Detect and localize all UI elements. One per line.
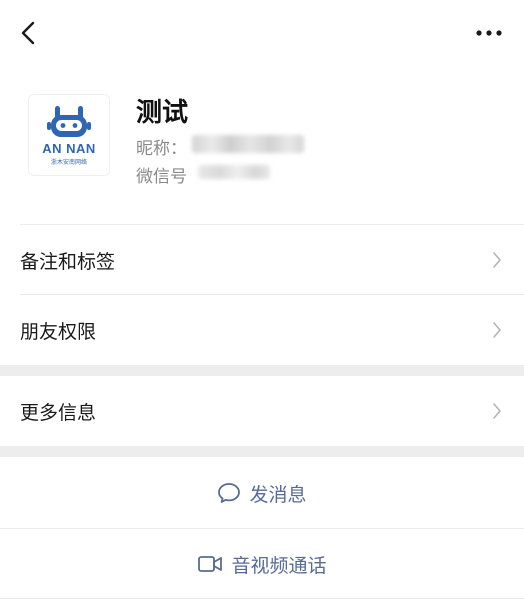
video-call-label: 音视频通话: [231, 554, 327, 577]
avatar[interactable]: AN NAN 浙木安南网络: [28, 94, 110, 176]
video-call-button[interactable]: 音视频通话: [0, 529, 524, 599]
chevron-right-icon: [493, 322, 501, 338]
menu-item-label: 更多信息: [20, 401, 97, 424]
wechat-id-label: 微信号: [136, 167, 187, 187]
nickname-label: 昵称：: [136, 139, 187, 159]
send-message-label: 发消息: [249, 483, 307, 506]
back-button[interactable]: [14, 18, 44, 48]
menu-item-friend-permissions[interactable]: 朋友权限: [0, 295, 524, 365]
avatar-logo-text: AN NAN: [42, 140, 96, 156]
section-separator: [0, 365, 524, 376]
menu-item-label: 朋友权限: [20, 320, 97, 343]
menu-item-more-info[interactable]: 更多信息: [0, 376, 524, 446]
chat-bubble-icon: [218, 483, 241, 503]
send-message-button[interactable]: 发消息: [0, 458, 524, 528]
nickname-blurred-value: [192, 135, 304, 153]
chevron-right-icon: [493, 403, 501, 419]
more-dots-icon: [476, 30, 502, 36]
avatar-logo-subtitle: 浙木安南网络: [50, 158, 87, 166]
menu-item-remarks-tags[interactable]: 备注和标签: [0, 225, 524, 295]
back-arrow-icon: [21, 21, 35, 45]
divider: [0, 598, 524, 599]
menu-item-label: 备注和标签: [20, 250, 116, 273]
chevron-right-icon: [493, 252, 501, 268]
video-camera-icon: [198, 556, 223, 572]
contact-name: 测试: [136, 98, 189, 128]
section-separator: [0, 446, 524, 457]
wechat-id-blurred-value: [198, 165, 270, 179]
more-button[interactable]: [472, 20, 506, 46]
robot-logo-icon: [47, 105, 91, 137]
